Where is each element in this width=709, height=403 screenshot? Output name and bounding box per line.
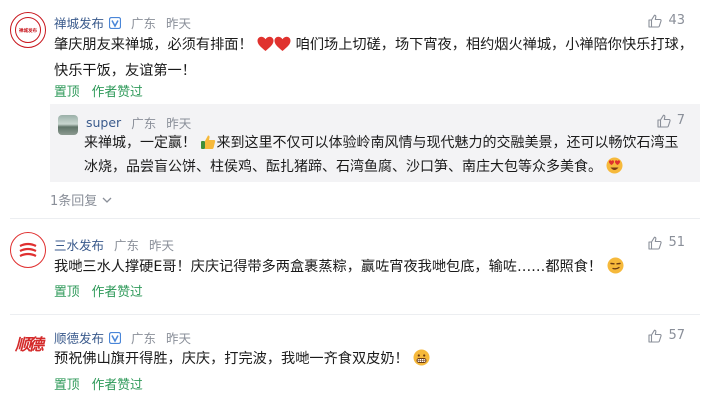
thumb-up-icon [657, 114, 671, 128]
reply-timestamp: 昨天 [166, 116, 192, 131]
comment-meta: 顺德发布 广东 昨天 [54, 328, 191, 347]
like-button[interactable]: 51 [648, 235, 685, 250]
reply-meta: super 广东 昨天 [86, 113, 191, 132]
reply-location: 广东 [131, 116, 157, 131]
author-name[interactable]: 顺德发布 [54, 328, 104, 347]
comment-actions: 置顶 作者赞过 [54, 281, 143, 300]
reply-text: 来禅城，一定赢！ 来到这里不仅可以体验岭南风情与现代魅力的交融美景，还可以畅饮石… [84, 135, 679, 175]
thumbs-up-emoji-icon [201, 135, 216, 149]
author-name[interactable]: 三水发布 [54, 235, 104, 254]
comment-text: 预祝佛山旗开得胜，庆庆，打完波，我哋一齐食双皮奶！ [54, 346, 694, 372]
heart-emoji-icon [274, 36, 291, 51]
author-liked-label[interactable]: 作者赞过 [92, 378, 143, 393]
avatar-logo: 禅城发布 [15, 17, 41, 43]
sanshui-logo-icon [19, 242, 37, 257]
timestamp: 昨天 [166, 331, 192, 346]
author-liked-label[interactable]: 作者赞过 [92, 285, 143, 300]
comment-actions: 置顶 作者赞过 [54, 81, 143, 100]
avatar-sanshui[interactable] [10, 232, 46, 268]
thumb-up-icon [648, 14, 663, 28]
comment-meta: 禅城发布 广东 昨天 [54, 13, 191, 32]
comment-text: 我哋三水人撑硬E哥！庆庆记得带多两盒裹蒸粽，赢咗宵夜我哋包底，输咗……都照食！ [54, 254, 694, 280]
heart-eyes-emoji-icon [606, 157, 623, 174]
like-count: 57 [668, 328, 685, 343]
smirk-emoji-icon [607, 257, 624, 274]
comment-text: 肇庆朋友来禅城，必须有排面！ 咱们场上切磋，场下宵夜，相约烟火禅城，小禅陪你快乐… [54, 36, 693, 79]
like-count: 51 [668, 235, 685, 250]
verified-badge-icon [109, 16, 122, 29]
reply-count: 1条回复 [50, 194, 98, 209]
pinned-label[interactable]: 置顶 [54, 378, 80, 393]
thumb-up-icon [648, 236, 663, 250]
like-button[interactable]: 43 [648, 13, 685, 28]
pinned-label[interactable]: 置顶 [54, 85, 80, 100]
author-liked-label[interactable]: 作者赞过 [92, 85, 143, 100]
pinned-label[interactable]: 置顶 [54, 285, 80, 300]
avatar-chancheng[interactable]: 禅城发布 [10, 12, 46, 48]
author-name[interactable]: 禅城发布 [54, 13, 104, 32]
divider [10, 314, 700, 315]
verified-badge-icon [109, 331, 122, 344]
reply-like-count: 7 [676, 113, 685, 128]
timestamp: 昨天 [149, 238, 175, 253]
timestamp: 昨天 [166, 16, 192, 31]
location: 广东 [114, 238, 140, 253]
reply-avatar[interactable] [58, 115, 78, 135]
reply-author-name[interactable]: super [86, 115, 121, 130]
grin-emoji-icon [413, 349, 430, 366]
divider [10, 218, 700, 219]
location: 广东 [131, 331, 157, 346]
like-button[interactable]: 57 [648, 328, 685, 343]
heart-emoji-icon [257, 36, 274, 51]
location: 广东 [131, 16, 157, 31]
chevron-down-icon [102, 197, 112, 203]
like-count: 43 [668, 13, 685, 28]
view-replies-link[interactable]: 1条回复 [50, 190, 113, 209]
avatar-shunde[interactable]: 顺德 [10, 325, 46, 361]
comment-meta: 三水发布 广东 昨天 [54, 235, 174, 254]
comment-actions: 置顶 作者赞过 [54, 374, 143, 393]
reply-like-button[interactable]: 7 [657, 113, 685, 128]
shunde-logo-icon: 顺德 [14, 335, 44, 354]
thumb-up-icon [648, 329, 663, 343]
